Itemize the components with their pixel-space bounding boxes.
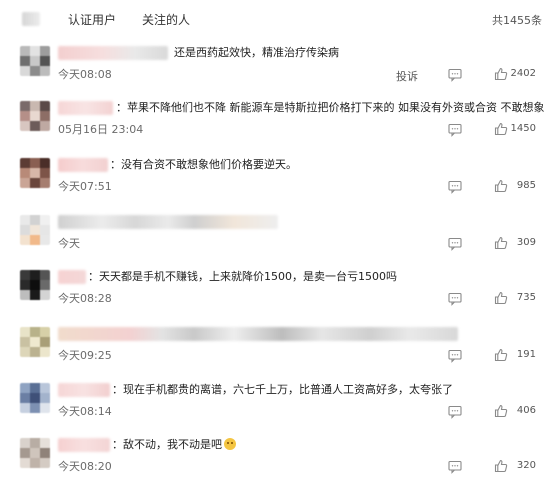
like-icon[interactable] [494,291,508,305]
comment-time: 今天07:51 [58,180,112,193]
comment-time: 05月16日 23:04 [58,123,144,136]
comment-item: ：苹果不降他们也不降 新能源车是特斯拉把价格打下来的 如果没有外资或合资 不敢想… [0,101,550,157]
comment-actions: 309 [446,236,536,251]
like-icon[interactable] [494,67,508,81]
username-blurred[interactable] [58,270,86,284]
laughing-face-emoji-icon [224,438,236,450]
comment-text: ：苹果不降他们也不降 新能源车是特斯拉把价格打下来的 如果没有外资或合资 不敢想… [116,101,545,114]
comment-item: ：天天都是手机不赚钱，上来就降价1500，是卖一台亏1500吗 今天08:28 … [0,270,550,326]
comment-reply-icon[interactable] [448,123,462,137]
comment-item: 今天09:25 191 [0,327,550,383]
comment-time: 今天08:20 [58,460,112,473]
comment-text-content: ：敌不动，我不动是吧 [112,438,222,451]
comment-filter-tabs: 认证用户 关注的人 共1455条 [0,0,550,38]
avatar[interactable] [20,438,50,468]
comment-text: ：现在手机都贵的离谱，六七千上万，比普通人工资高好多，太夸张了 [112,383,453,396]
comment-actions: 1450 [446,122,536,137]
report-button[interactable]: 投诉 [396,68,418,84]
like-count: 309 [516,237,536,248]
comment-item: ：没有合资不敢想象他们价格要逆天。 今天07:51 985 [0,158,550,214]
comment-reply-icon[interactable] [448,180,462,194]
avatar[interactable] [20,270,50,300]
comment-text: ：敌不动，我不动是吧 [112,438,236,452]
tab-following[interactable]: 关注的人 [142,11,190,28]
like-count: 2402 [510,68,536,79]
comment-time: 今天09:25 [58,349,112,362]
comment-text-blurred [58,327,458,341]
like-count: 1450 [510,123,536,134]
comment-actions: 985 [446,179,536,194]
comment-text: ：没有合资不敢想象他们价格要逆天。 [110,158,297,171]
like-icon[interactable] [494,122,508,136]
username-blurred[interactable] [58,46,168,60]
username-blurred[interactable] [58,438,110,452]
like-count: 191 [516,349,536,360]
username-blurred[interactable] [58,383,110,397]
avatar[interactable] [20,101,50,131]
like-count: 406 [516,405,536,416]
comment-actions: 191 [446,348,536,363]
avatar[interactable] [20,215,50,245]
comment-text: 还是西药起效快，精准治疗传染病 [174,46,339,59]
comment-item: ：敌不动，我不动是吧 今天08:20 320 [0,438,550,484]
comment-item: 还是西药起效快，精准治疗传染病 今天08:08 投诉 2402 [0,46,550,102]
avatar[interactable] [20,383,50,413]
comment-actions: 735 [446,291,536,306]
like-count: 320 [516,460,536,471]
comment-time: 今天08:08 [58,68,112,81]
comment-reply-icon[interactable] [448,405,462,419]
username-blurred[interactable] [58,158,108,172]
comment-time: 今天08:14 [58,405,112,418]
comment-reply-icon[interactable] [448,460,462,474]
comment-reply-icon[interactable] [448,349,462,363]
like-icon[interactable] [494,459,508,473]
username-blurred[interactable] [58,101,113,115]
like-icon[interactable] [494,179,508,193]
tab-verified-users[interactable]: 认证用户 [68,11,116,28]
comment-reply-icon[interactable] [448,237,462,251]
like-count: 735 [516,292,536,303]
comment-actions: 320 [446,459,536,474]
like-icon[interactable] [494,236,508,250]
comment-reply-icon[interactable] [448,68,462,82]
like-icon[interactable] [494,348,508,362]
comment-time: 今天 [58,237,80,250]
avatar[interactable] [20,158,50,188]
avatar[interactable] [20,327,50,357]
comment-actions: 投诉 2402 [356,67,536,84]
comment-actions: 406 [446,404,536,419]
tab-all-blurred[interactable] [22,12,40,26]
comment-time: 今天08:28 [58,292,112,305]
comment-total-count: 共1455条 [492,14,542,27]
comment-item: 今天 309 [0,215,550,271]
comment-reply-icon[interactable] [448,292,462,306]
like-icon[interactable] [494,404,508,418]
comment-text: ：天天都是手机不赚钱，上来就降价1500，是卖一台亏1500吗 [88,270,397,283]
like-count: 985 [516,180,536,191]
comment-item: ：现在手机都贵的离谱，六七千上万，比普通人工资高好多，太夸张了 今天08:14 … [0,383,550,439]
avatar[interactable] [20,46,50,76]
comment-text-blurred [58,215,278,229]
